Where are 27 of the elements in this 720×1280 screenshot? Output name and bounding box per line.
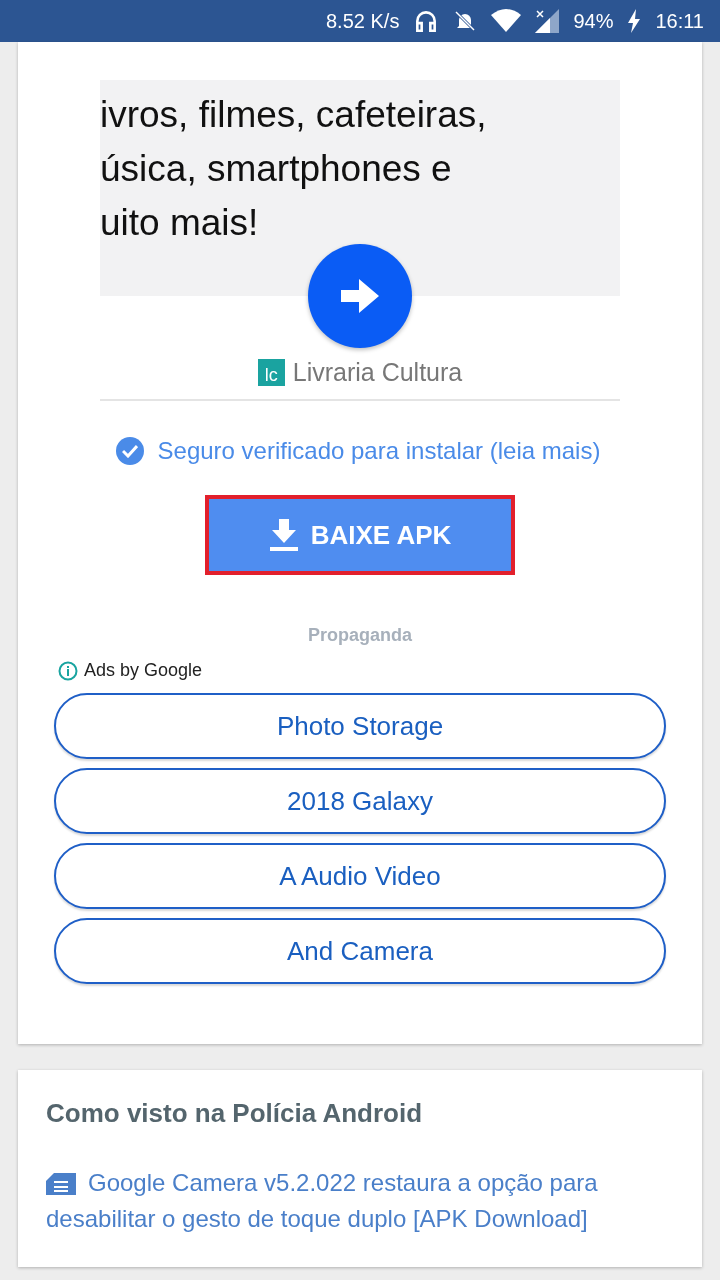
- ad-caption: Propaganda: [308, 625, 412, 646]
- signal-icon: [535, 9, 560, 33]
- card-title: Como visto na Polícia Android: [46, 1098, 424, 1129]
- ads-attribution: Ads by Google: [84, 660, 203, 681]
- article-link[interactable]: Google Camera v5.2.022 restaura a opção para desabilitar o gesto de toque duplo [APK Download]: [46, 1165, 674, 1237]
- ad-link-button[interactable]: A Audio Video: [54, 843, 666, 909]
- arrow-icon: [341, 279, 379, 313]
- ad-arrow-button[interactable]: [308, 244, 412, 348]
- download-button[interactable]: BAIXE APK: [205, 495, 515, 575]
- ad-text: uito mais!: [100, 201, 260, 245]
- battery-level: 94%: [573, 9, 614, 33]
- advertiser-name: Livraria Cultura: [292, 358, 463, 387]
- charging-icon: [627, 9, 642, 33]
- clock: 16:11: [655, 9, 704, 33]
- document-icon: [46, 1173, 76, 1195]
- info-icon[interactable]: [58, 660, 78, 681]
- ad-link-button[interactable]: And Camera: [54, 918, 666, 984]
- advertiser-logo: lc: [257, 359, 285, 386]
- network-speed: 8.52 K/s: [326, 9, 400, 33]
- muted-bell-icon: [453, 9, 478, 33]
- ad-text: úsica, smartphones e: [100, 147, 453, 191]
- download-icon: [268, 519, 299, 551]
- ad-link-button[interactable]: 2018 Galaxy: [54, 768, 666, 834]
- ad-link-button[interactable]: Photo Storage: [54, 693, 666, 759]
- wifi-icon: [491, 9, 522, 33]
- ad-text: ivros, filmes, cafeteiras,: [100, 93, 488, 137]
- verified-link[interactable]: Seguro verificado para instalar (leia mais): [157, 437, 601, 465]
